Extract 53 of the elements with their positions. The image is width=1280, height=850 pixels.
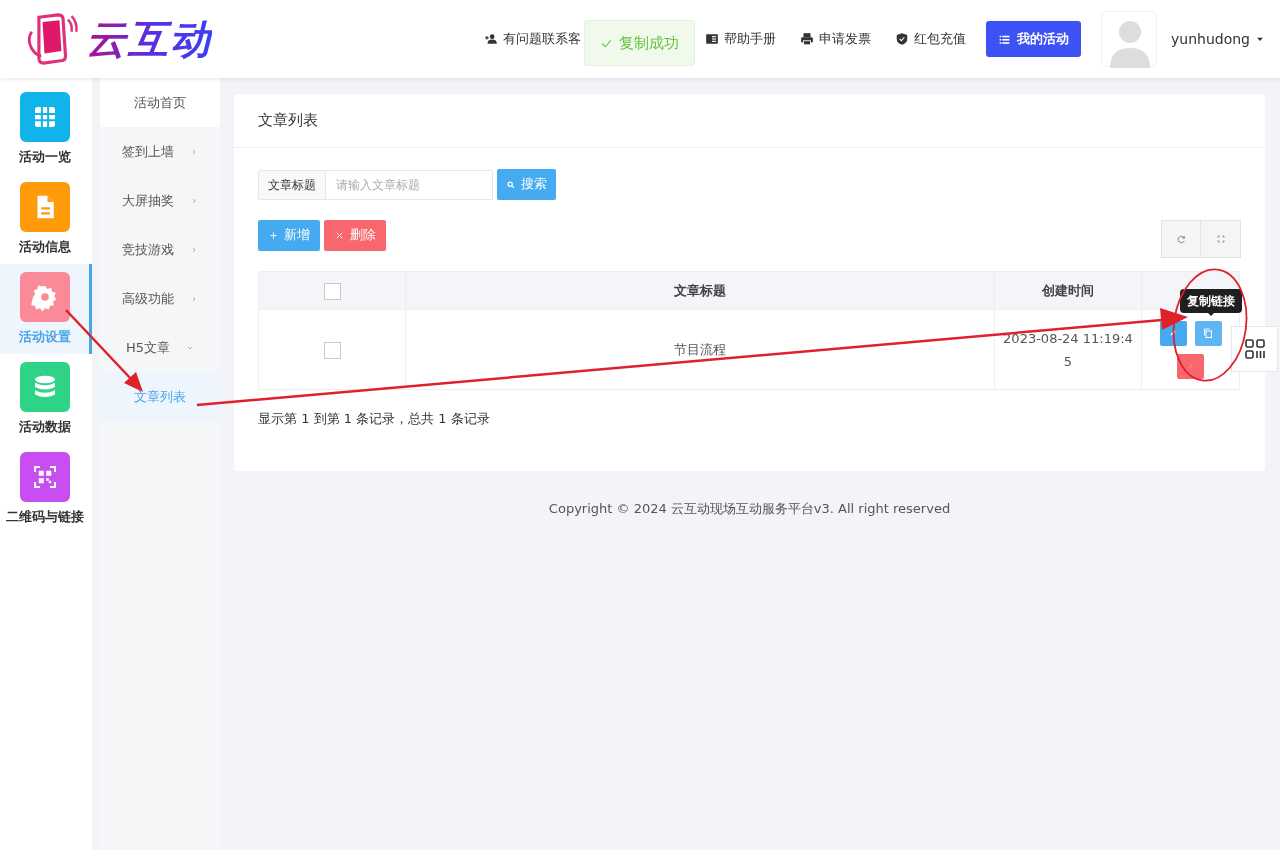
header-link[interactable]: 帮助手册 xyxy=(705,29,776,49)
floating-button[interactable] xyxy=(1231,326,1278,372)
sidebar-item[interactable]: 活动一览 xyxy=(0,84,92,174)
search-field[interactable]: 请输入文章标题 xyxy=(326,169,493,200)
search-icon xyxy=(506,179,516,190)
nav-label: 活动一览 xyxy=(18,147,71,166)
header-link[interactable]: 有问题联系客 xyxy=(484,29,581,49)
menu-item[interactable]: 竞技游戏 xyxy=(100,225,220,274)
page-title: 文章列表 xyxy=(258,110,318,132)
menu-item[interactable]: 大屏抽奖 xyxy=(100,176,220,225)
nav-label: 二维码与链接 xyxy=(5,507,84,526)
column-header: 文章标题 xyxy=(674,282,726,298)
tooltip: 复制链接 xyxy=(1180,289,1242,313)
fullscreen-icon xyxy=(1215,234,1226,244)
refresh-button[interactable] xyxy=(1161,220,1201,258)
checkbox[interactable] xyxy=(323,282,341,300)
plus-icon xyxy=(268,230,279,241)
fullscreen-button[interactable] xyxy=(1201,220,1241,258)
add-person-icon xyxy=(484,32,498,46)
checkbox[interactable] xyxy=(323,341,341,359)
user-menu[interactable]: yunhudong xyxy=(1171,28,1265,50)
printer-icon xyxy=(800,32,814,46)
column-header: 创建时间 xyxy=(1042,282,1094,298)
delete-row-button[interactable] xyxy=(1177,353,1204,379)
grid-icon[interactable] xyxy=(1242,337,1267,361)
menu-item[interactable]: 活动首页 xyxy=(100,78,220,127)
sidebar-item[interactable]: 活动信息 xyxy=(0,174,92,264)
nav-label: 活动数据 xyxy=(18,417,71,436)
close-icon xyxy=(334,230,345,241)
pencil-icon xyxy=(1168,328,1178,338)
table-cell: 节目流程 xyxy=(674,341,726,357)
header-link[interactable]: 申请发票 xyxy=(800,29,871,49)
book-icon xyxy=(705,32,719,46)
pencil-icon xyxy=(1186,362,1195,370)
refresh-icon xyxy=(1175,233,1187,245)
shield-check-icon xyxy=(895,32,909,46)
menu-item[interactable]: H5文章 xyxy=(100,323,220,372)
footer-text: Copyright © 2024 云互动现场互动服务平台v3. All right reserved xyxy=(547,499,952,518)
toast-message: 复制成功 xyxy=(619,32,679,54)
header-link[interactable]: 红包充值 xyxy=(895,29,966,49)
pagination-info: 显示第 1 到第 1 条记录，总共 1 条记录 xyxy=(258,410,491,428)
my-activities-button[interactable]: 我的活动 xyxy=(986,21,1081,57)
sidebar-item[interactable]: 二维码与链接 xyxy=(0,444,92,534)
table-cell: 2023-08-24 11:19:45 xyxy=(1003,330,1133,369)
nav-label: 活动设置 xyxy=(18,327,71,346)
copy-button[interactable] xyxy=(1194,320,1222,346)
field-label: 文章标题 xyxy=(258,169,326,200)
avatar xyxy=(1101,11,1157,67)
copy-icon xyxy=(1202,327,1214,339)
menu-item[interactable]: 高级功能 xyxy=(100,274,220,323)
sidebar-item[interactable]: 活动数据 xyxy=(0,354,92,444)
menu-item[interactable]: 签到上墙 xyxy=(100,127,220,176)
nav-label: 活动信息 xyxy=(18,237,71,256)
